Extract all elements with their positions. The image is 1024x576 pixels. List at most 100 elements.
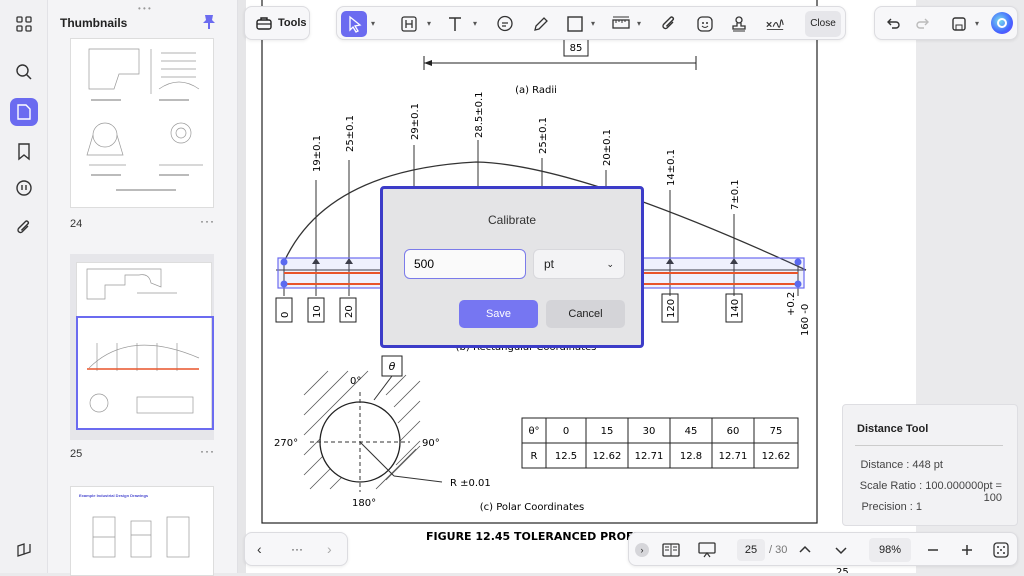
ai-assistant-icon[interactable]: [991, 12, 1013, 34]
dimension-label: 29±0.1: [410, 103, 421, 140]
dimension-label: 28.5±0.1: [474, 91, 485, 138]
zoom-out-icon[interactable]: [923, 540, 943, 560]
shape-tool-icon[interactable]: [565, 14, 585, 34]
chevron-down-icon[interactable]: ▾: [637, 19, 641, 28]
more-button[interactable]: ···: [291, 542, 303, 556]
history-toolbar: ▾: [874, 6, 1018, 40]
presentation-icon[interactable]: [697, 540, 717, 560]
text-box-tool-icon[interactable]: [399, 14, 419, 34]
search-icon[interactable]: [10, 58, 38, 86]
dimension-label: +0.2: [786, 292, 797, 316]
table-header-cell: θ°: [528, 426, 539, 437]
comment-icon[interactable]: [10, 174, 38, 202]
select-tool-button[interactable]: [341, 11, 367, 37]
fit-page-icon[interactable]: [991, 540, 1011, 560]
attachment-icon[interactable]: [10, 214, 38, 242]
angle-label: 180°: [352, 498, 376, 509]
unit-value: pt: [544, 257, 555, 271]
measure-handle[interactable]: [280, 258, 288, 266]
page-number-text: 25: [836, 567, 849, 573]
bookmark-icon[interactable]: [10, 138, 38, 166]
view-controls-toolbar: › 25 / 30 98%: [628, 532, 1018, 566]
calibrate-value-input[interactable]: [404, 249, 526, 279]
pages-icon[interactable]: [10, 98, 38, 126]
table-cell: 12.5: [555, 451, 577, 462]
chevron-left-icon[interactable]: ‹: [257, 541, 262, 557]
drag-handle[interactable]: • • •: [138, 4, 151, 13]
page-number-input[interactable]: 25: [737, 539, 765, 561]
table-header-cell: 60: [727, 426, 740, 437]
dimension-label: 19±0.1: [312, 135, 323, 172]
text-tool-icon[interactable]: [445, 14, 465, 34]
measure-handle[interactable]: [280, 280, 288, 288]
undo-icon[interactable]: [883, 14, 903, 34]
chevron-down-icon[interactable]: ▾: [427, 19, 431, 28]
measure-handle[interactable]: [794, 258, 802, 266]
divider: [855, 445, 1003, 446]
stamp-tool-icon[interactable]: [729, 14, 749, 34]
table-cell: 12.71: [635, 451, 664, 462]
pin-icon[interactable]: [202, 14, 216, 33]
save-button[interactable]: Save: [459, 300, 538, 328]
page-thumbnail-26[interactable]: Example Industrial Design Drawings: [70, 486, 214, 576]
dimension-label: 140: [730, 299, 741, 318]
cursor-icon: [349, 15, 362, 33]
chevron-down-icon: ⌄: [606, 259, 614, 269]
dimension-label: 7±0.1: [730, 179, 741, 210]
table-cell: 12.8: [680, 451, 702, 462]
thumbnail-more-button[interactable]: ···: [200, 444, 215, 458]
dimension-label: 20±0.1: [602, 129, 613, 166]
dimension-label: 0: [280, 312, 291, 318]
tools-label: Tools: [278, 17, 307, 29]
radius-label: R ±0.01: [450, 478, 491, 489]
viewport-indicator[interactable]: [76, 316, 214, 430]
chevron-right-icon[interactable]: ›: [327, 541, 332, 557]
layers-icon[interactable]: [10, 536, 38, 564]
left-rail: [0, 0, 48, 573]
table-header-cell: 45: [685, 426, 698, 437]
radii-dimension: 85: [570, 43, 583, 54]
measure-tool-icon[interactable]: [611, 14, 631, 34]
distance-tool-panel: Distance Tool Distance : 448 pt Scale Ra…: [842, 404, 1018, 526]
table-cell: 12.62: [593, 451, 622, 462]
tools-button[interactable]: Tools: [244, 6, 310, 40]
annotation-toolbar: ▾ ▾ ▾ ▾ ▾ Close: [336, 6, 846, 40]
thumbnail-page-label: 24: [70, 218, 83, 230]
thumbnail-page-label: 25: [70, 448, 83, 460]
table-cell: R: [531, 451, 538, 462]
chevron-up-icon[interactable]: [795, 540, 815, 560]
panel-title: Distance Tool: [857, 423, 929, 435]
figure-caption: FIGURE 12.45 TOLERANCED PROFILES: [426, 530, 660, 543]
measure-handle[interactable]: [794, 280, 802, 288]
total-pages: / 30: [769, 544, 788, 556]
chevron-down-icon[interactable]: ▾: [975, 19, 979, 28]
theta-box: θ: [389, 360, 396, 373]
page-thumbnail-24[interactable]: [70, 38, 214, 208]
chevron-down-icon[interactable]: ▾: [473, 19, 477, 28]
table-header-cell: 30: [643, 426, 656, 437]
signature-tool-icon[interactable]: [765, 14, 785, 34]
table-header-cell: 0: [563, 426, 569, 437]
dimension-label: 160 -0: [800, 304, 811, 336]
page-layout-icon[interactable]: [661, 540, 681, 560]
radii-caption: (a) Radii: [515, 85, 557, 96]
comment-tool-icon[interactable]: [495, 14, 515, 34]
thumbnail-more-button[interactable]: ···: [200, 214, 215, 228]
zoom-level[interactable]: 98%: [869, 538, 911, 562]
zoom-in-icon[interactable]: [957, 540, 977, 560]
sticker-tool-icon[interactable]: [695, 14, 715, 34]
close-button[interactable]: Close: [805, 11, 841, 37]
save-icon[interactable]: [949, 14, 969, 34]
redo-icon[interactable]: [913, 14, 933, 34]
attachment-tool-icon[interactable]: [659, 14, 679, 34]
collapse-toggle-icon[interactable]: ›: [635, 543, 649, 557]
polar-caption: (c) Polar Coordinates: [480, 502, 585, 513]
pencil-tool-icon[interactable]: [531, 14, 551, 34]
chevron-down-icon[interactable]: ▾: [371, 19, 375, 28]
chevron-down-icon[interactable]: [831, 540, 851, 560]
grid-icon[interactable]: [10, 10, 38, 38]
chevron-down-icon[interactable]: ▾: [591, 19, 595, 28]
unit-select[interactable]: pt ⌄: [533, 249, 625, 279]
angle-label: 90°: [422, 438, 440, 449]
cancel-button[interactable]: Cancel: [546, 300, 625, 328]
